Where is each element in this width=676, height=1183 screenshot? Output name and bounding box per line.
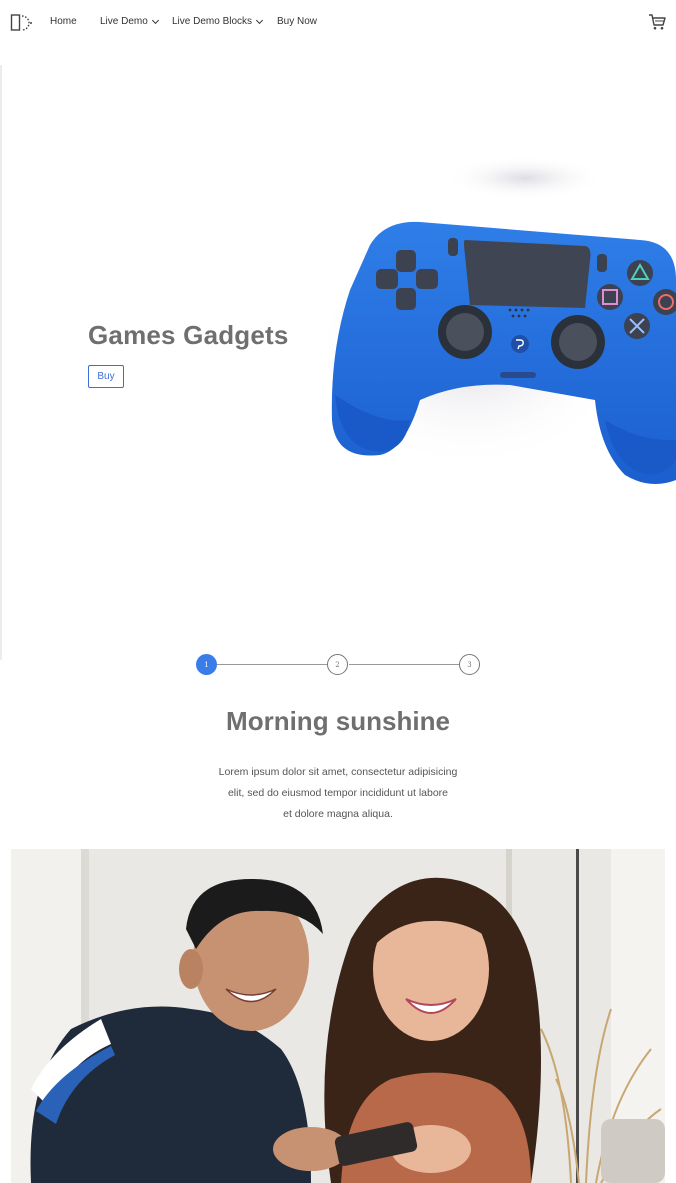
nav-label: Home xyxy=(50,16,77,27)
step-1[interactable]: 1 xyxy=(196,654,217,675)
game-controller-image xyxy=(310,156,676,484)
nav-label: Live Demo Blocks xyxy=(172,16,253,27)
section-title: Morning sunshine xyxy=(226,706,450,736)
nav-item-live-demo[interactable]: Live Demo xyxy=(100,16,159,27)
description-line: et dolore magna aliqua. xyxy=(283,808,393,820)
description-line: Lorem ipsum dolor sit amet, consectetur … xyxy=(218,766,458,778)
nav-label: Buy Now xyxy=(277,16,318,27)
section-description: Lorem ipsum dolor sit amet, consectetur … xyxy=(188,762,488,825)
top-nav: Home Live Demo Live Demo Blocks Buy Now xyxy=(0,0,676,44)
step-2[interactable]: 2 xyxy=(327,654,348,675)
chevron-down-icon xyxy=(151,16,159,24)
nav-item-live-demo-blocks[interactable]: Live Demo Blocks xyxy=(172,16,264,27)
nav-item-home[interactable]: Home xyxy=(50,16,77,27)
cart-icon[interactable] xyxy=(648,13,666,31)
step-connector xyxy=(217,664,327,665)
chevron-down-icon xyxy=(255,16,264,24)
buy-button[interactable]: Buy xyxy=(88,365,124,388)
brand-logo-icon[interactable] xyxy=(10,13,34,33)
description-line: elit, sed do eiusmod tempor incididunt u… xyxy=(227,787,449,799)
couple-gaming-photo xyxy=(11,849,665,1183)
step-connector xyxy=(349,664,459,665)
step-indicator: 1 2 3 xyxy=(196,654,480,675)
step-3[interactable]: 3 xyxy=(459,654,480,675)
hero-title: Games Gadgets xyxy=(88,320,289,350)
slider-edge xyxy=(0,65,2,660)
nav-item-buy-now[interactable]: Buy Now xyxy=(277,16,317,27)
nav-label: Live Demo xyxy=(100,16,148,27)
